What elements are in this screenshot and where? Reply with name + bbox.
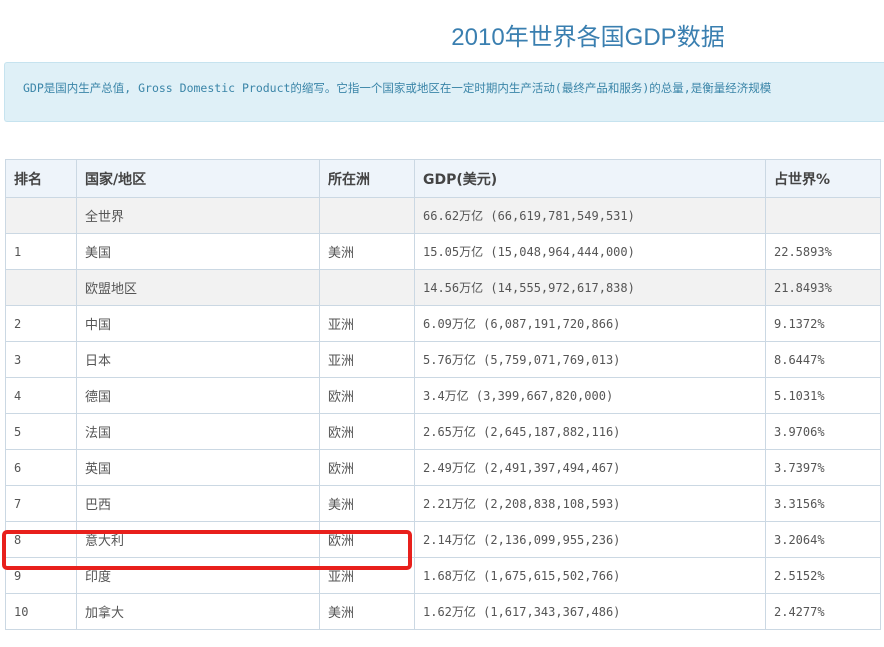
cell-country: 法国 <box>76 413 320 450</box>
cell-share: 21.8493% <box>765 269 881 306</box>
cell-rank: 5 <box>5 413 77 450</box>
cell-continent: 欧洲 <box>319 449 415 486</box>
cell-country: 全世界 <box>76 197 320 234</box>
cell-country: 意大利 <box>76 521 320 558</box>
table-row: 4 德国 欧洲 3.4万亿 (3,399,667,820,000) 5.1031… <box>5 377 881 414</box>
header-country[interactable]: 国家/地区 <box>76 159 320 198</box>
cell-rank: 9 <box>5 557 77 594</box>
cell-country: 德国 <box>76 377 320 414</box>
cell-gdp: 2.21万亿 (2,208,838,108,593) <box>414 485 766 522</box>
gdp-table-container: 排名 国家/地区 所在洲 GDP(美元) 占世界% 全世界 66.62万亿 (6… <box>5 159 881 630</box>
cell-continent: 欧洲 <box>319 377 415 414</box>
cell-rank: 8 <box>5 521 77 558</box>
table-row: 欧盟地区 14.56万亿 (14,555,972,617,838) 21.849… <box>5 269 881 306</box>
cell-share: 22.5893% <box>765 233 881 270</box>
cell-share <box>765 197 881 234</box>
cell-country: 美国 <box>76 233 320 270</box>
table-header-row: 排名 国家/地区 所在洲 GDP(美元) 占世界% <box>5 159 881 198</box>
gdp-description-text: GDP是国内生产总值, Gross Domestic Product的缩写。它指… <box>23 81 772 95</box>
cell-rank: 10 <box>5 593 77 630</box>
cell-gdp: 1.68万亿 (1,675,615,502,766) <box>414 557 766 594</box>
table-row: 3 日本 亚洲 5.76万亿 (5,759,071,769,013) 8.644… <box>5 341 881 378</box>
cell-gdp: 3.4万亿 (3,399,667,820,000) <box>414 377 766 414</box>
cell-share: 2.5152% <box>765 557 881 594</box>
cell-continent: 美洲 <box>319 485 415 522</box>
cell-gdp: 66.62万亿 (66,619,781,549,531) <box>414 197 766 234</box>
cell-continent: 美洲 <box>319 593 415 630</box>
table-row: 全世界 66.62万亿 (66,619,781,549,531) <box>5 197 881 234</box>
cell-rank <box>5 269 77 306</box>
cell-continent: 美洲 <box>319 233 415 270</box>
table-row: 10 加拿大 美洲 1.62万亿 (1,617,343,367,486) 2.4… <box>5 593 881 630</box>
header-share[interactable]: 占世界% <box>765 159 881 198</box>
table-row: 7 巴西 美洲 2.21万亿 (2,208,838,108,593) 3.315… <box>5 485 881 522</box>
cell-rank: 6 <box>5 449 77 486</box>
cell-gdp: 1.62万亿 (1,617,343,367,486) <box>414 593 766 630</box>
cell-gdp: 2.49万亿 (2,491,397,494,467) <box>414 449 766 486</box>
cell-gdp: 14.56万亿 (14,555,972,617,838) <box>414 269 766 306</box>
cell-country: 巴西 <box>76 485 320 522</box>
page-title: 2010年世界各国GDP数据 <box>451 24 725 51</box>
header-continent[interactable]: 所在洲 <box>319 159 415 198</box>
cell-rank: 2 <box>5 305 77 342</box>
table-row: 1 美国 美洲 15.05万亿 (15,048,964,444,000) 22.… <box>5 233 881 270</box>
cell-continent: 欧洲 <box>319 521 415 558</box>
cell-share: 5.1031% <box>765 377 881 414</box>
cell-continent: 亚洲 <box>319 557 415 594</box>
cell-country: 印度 <box>76 557 320 594</box>
table-row: 9 印度 亚洲 1.68万亿 (1,675,615,502,766) 2.515… <box>5 557 881 594</box>
cell-country: 加拿大 <box>76 593 320 630</box>
cell-share: 3.7397% <box>765 449 881 486</box>
cell-gdp: 2.14万亿 (2,136,099,955,236) <box>414 521 766 558</box>
cell-continent <box>319 197 415 234</box>
cell-continent: 亚洲 <box>319 341 415 378</box>
gdp-table: 排名 国家/地区 所在洲 GDP(美元) 占世界% 全世界 66.62万亿 (6… <box>5 159 881 630</box>
cell-continent <box>319 269 415 306</box>
cell-share: 9.1372% <box>765 305 881 342</box>
table-row: 5 法国 欧洲 2.65万亿 (2,645,187,882,116) 3.970… <box>5 413 881 450</box>
cell-continent: 亚洲 <box>319 305 415 342</box>
header-rank[interactable]: 排名 <box>5 159 77 198</box>
cell-share: 8.6447% <box>765 341 881 378</box>
cell-gdp: 15.05万亿 (15,048,964,444,000) <box>414 233 766 270</box>
table-row: 2 中国 亚洲 6.09万亿 (6,087,191,720,866) 9.137… <box>5 305 881 342</box>
cell-gdp: 6.09万亿 (6,087,191,720,866) <box>414 305 766 342</box>
cell-country: 英国 <box>76 449 320 486</box>
cell-share: 3.3156% <box>765 485 881 522</box>
gdp-description-box: GDP是国内生产总值, Gross Domestic Product的缩写。它指… <box>4 62 884 122</box>
cell-share: 3.2064% <box>765 521 881 558</box>
cell-gdp: 2.65万亿 (2,645,187,882,116) <box>414 413 766 450</box>
cell-rank: 7 <box>5 485 77 522</box>
cell-rank <box>5 197 77 234</box>
header-gdp[interactable]: GDP(美元) <box>414 159 766 198</box>
cell-country: 欧盟地区 <box>76 269 320 306</box>
table-row: 6 英国 欧洲 2.49万亿 (2,491,397,494,467) 3.739… <box>5 449 881 486</box>
cell-rank: 1 <box>5 233 77 270</box>
cell-share: 3.9706% <box>765 413 881 450</box>
cell-continent: 欧洲 <box>319 413 415 450</box>
cell-country: 日本 <box>76 341 320 378</box>
table-row-highlighted: 8 意大利 欧洲 2.14万亿 (2,136,099,955,236) 3.20… <box>5 521 881 558</box>
cell-share: 2.4277% <box>765 593 881 630</box>
cell-country: 中国 <box>76 305 320 342</box>
cell-gdp: 5.76万亿 (5,759,071,769,013) <box>414 341 766 378</box>
cell-rank: 3 <box>5 341 77 378</box>
cell-rank: 4 <box>5 377 77 414</box>
